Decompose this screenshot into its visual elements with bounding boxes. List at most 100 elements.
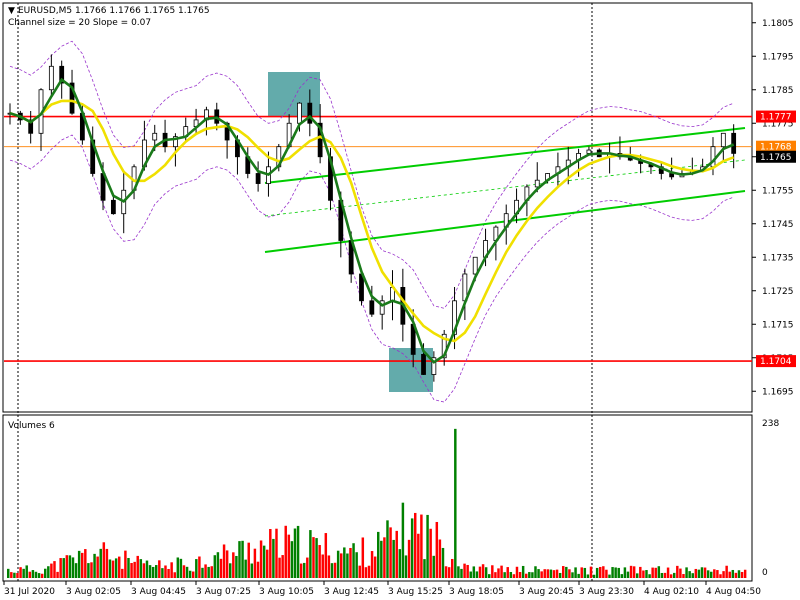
volume-bar (583, 567, 587, 578)
volume-bar (466, 564, 469, 578)
volume-bar (500, 565, 503, 578)
volume-bar (173, 572, 176, 578)
volume-bar (398, 549, 402, 578)
volume-bar (65, 555, 69, 578)
candle-body (255, 173, 261, 184)
volume-bar (25, 565, 28, 578)
volume-bar (663, 572, 667, 578)
volume-bar (229, 563, 232, 578)
volume-bar (558, 572, 562, 578)
volume-bar (404, 555, 408, 578)
volume-bar (74, 563, 78, 578)
volume-bar (96, 556, 99, 578)
time-tick-label: 3 Aug 04:45 (131, 587, 186, 597)
volume-bar (170, 562, 173, 578)
volume-bar (330, 563, 334, 578)
volume-bar (105, 548, 109, 578)
volume-bar (401, 502, 405, 578)
volume-bar (447, 567, 451, 578)
candle-body (731, 132, 737, 154)
volume-bar (731, 569, 735, 578)
volume-bar (685, 567, 688, 578)
volume-bar (56, 571, 59, 578)
volume-bar (108, 559, 112, 578)
volume-bar (333, 562, 337, 578)
candle-body (369, 300, 375, 315)
volume-bar (608, 574, 611, 578)
time-tick-label: 3 Aug 15:25 (388, 587, 443, 597)
candle-body (586, 149, 592, 154)
volume-bar (343, 547, 346, 578)
volume-bar (525, 573, 528, 578)
candle-body (110, 199, 116, 215)
volume-bar (148, 565, 152, 578)
volume-bar (666, 567, 670, 578)
volume-bar (176, 557, 180, 578)
volume-bar (10, 572, 13, 578)
volume-bar (438, 539, 442, 578)
volume-bar (145, 560, 149, 578)
volume-bar (324, 533, 328, 578)
price-tick-label: 1.1795 (762, 52, 794, 62)
volume-bar (34, 571, 38, 578)
volume-bar (706, 570, 710, 578)
time-tick-label: 3 Aug 10:05 (259, 587, 314, 597)
volume-bar (632, 566, 636, 578)
volume-bar (509, 571, 513, 578)
candle-body (472, 256, 478, 275)
volume-bar (531, 572, 534, 578)
volume-bar (407, 539, 411, 578)
volume-bar (737, 570, 741, 578)
volume-bar (657, 566, 661, 578)
volume-bar (577, 573, 580, 578)
volume-bar (571, 572, 574, 578)
volume-bar (158, 560, 161, 578)
volume-bar (620, 574, 624, 578)
volume-bar (340, 553, 343, 578)
volume-bar (528, 572, 531, 578)
volume-bar (629, 565, 633, 578)
volume-bar (743, 569, 747, 578)
volume-bar (645, 570, 648, 578)
volume-bar (682, 574, 685, 578)
volume-bar (250, 563, 254, 578)
volume-bar (121, 568, 124, 578)
volume-bar (654, 567, 657, 578)
volume-bar (253, 548, 257, 578)
volume-bar (361, 537, 365, 578)
volume-bar (201, 567, 204, 578)
time-tick-label: 31 Jul 2020 (4, 587, 55, 597)
volume-bar (114, 558, 118, 578)
volume-bar (488, 574, 491, 578)
price-tick-label: 1.1725 (762, 287, 794, 297)
volume-bar (241, 540, 244, 578)
volume-bar (568, 569, 571, 578)
volume-bar (611, 567, 614, 578)
volume-bar (225, 550, 229, 578)
volume-bar (463, 563, 466, 578)
price-chart[interactable]: 1.18051.17951.17851.17751.17651.17551.17… (0, 0, 800, 600)
time-axis: 31 Jul 2020 3 Aug 02:05 3 Aug 04:45 3 Aug 0… (3, 581, 761, 597)
volume-bar (728, 571, 731, 578)
dropdown-arrow-icon[interactable]: ▼ (8, 6, 15, 16)
volume-bar (506, 567, 509, 578)
level-label-text: 1.1704 (760, 357, 792, 367)
volume-bar (417, 533, 420, 578)
symbol-label: EURUSD,M5 (18, 6, 72, 16)
volume-bar (68, 555, 72, 578)
level-label-text: 1.1765 (760, 153, 792, 163)
volume-max-tick: 238 (762, 419, 779, 429)
volume-bar (346, 553, 349, 578)
volume-bar (84, 549, 87, 578)
volume-bar (315, 538, 318, 578)
volume-bar (383, 537, 386, 578)
volume-bar (491, 565, 494, 578)
volume-bar (142, 563, 146, 578)
price-tick-label: 1.1785 (762, 86, 794, 96)
volume-bar (213, 555, 217, 578)
volume-bar (503, 572, 506, 578)
volume-bar (28, 571, 32, 578)
volume-bar (605, 569, 608, 578)
volume-bar (722, 571, 725, 578)
volume-bar (549, 569, 553, 578)
